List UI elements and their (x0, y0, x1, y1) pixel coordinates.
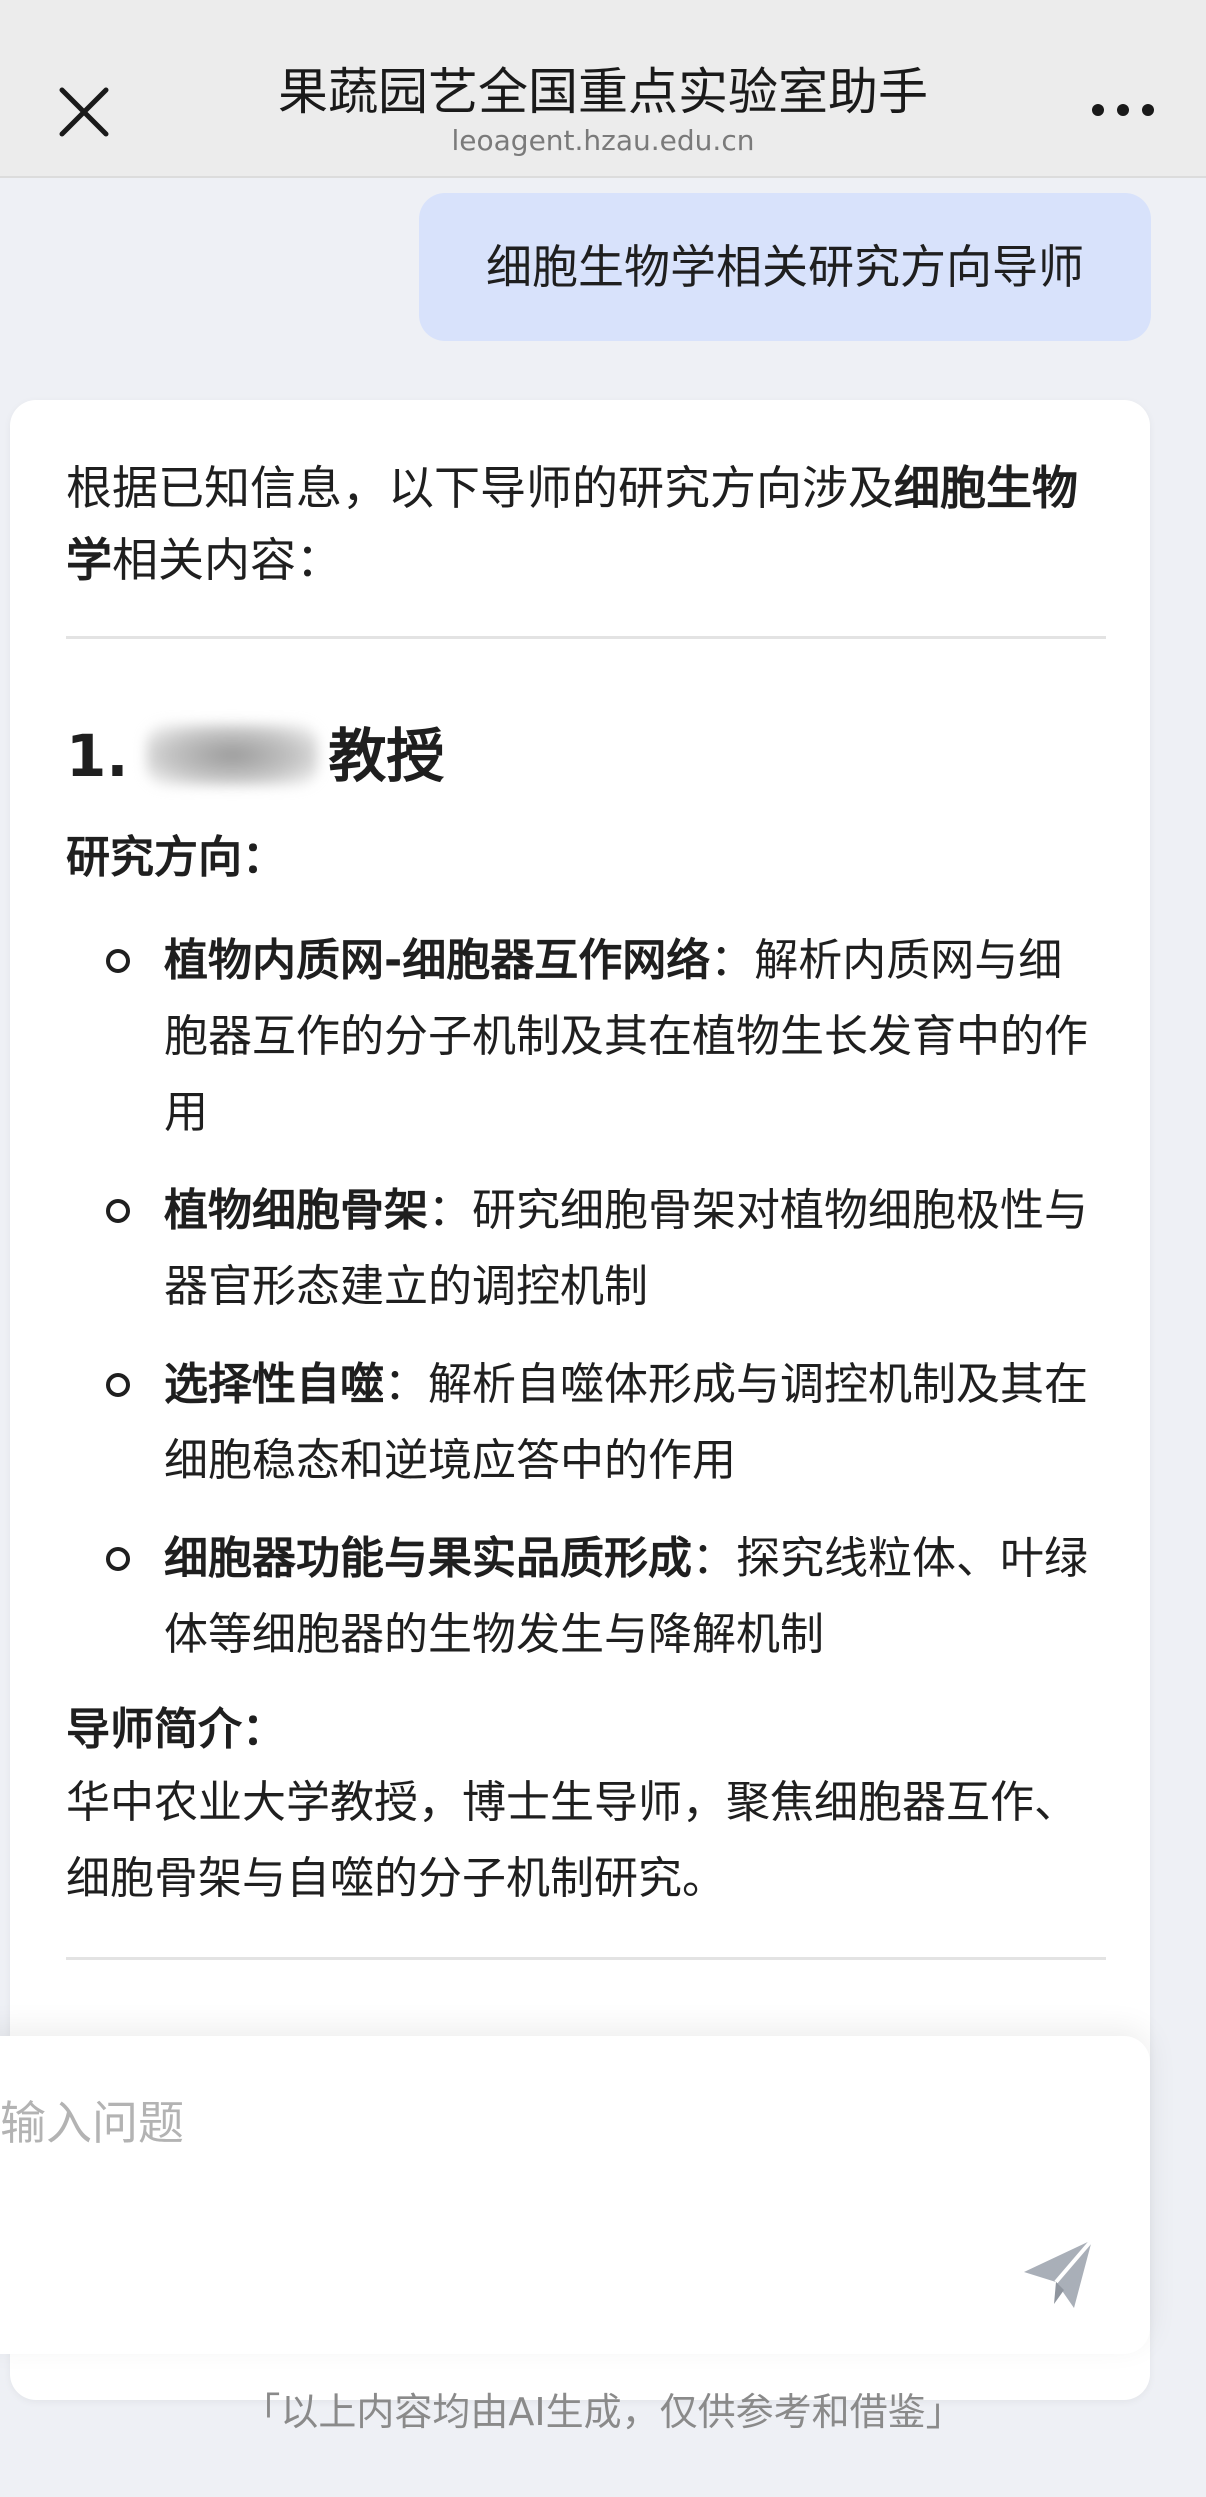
list-item: 植物细胞骨架：研究细胞骨架对植物细胞极性与器官形态建立的调控机制 (66, 1173, 1106, 1325)
top-bar: 果蔬园艺全国重点实验室助手 leoagent.hzau.edu.cn (0, 0, 1206, 178)
list-item: 选择性自噬：解析自噬体形成与调控机制及其在细胞稳态和逆境应答中的作用 (66, 1347, 1106, 1499)
send-icon[interactable] (1018, 2234, 1098, 2314)
item-title: 植物内质网-细胞器互作网络 (164, 935, 711, 986)
research-direction-list: 植物内质网-细胞器互作网络：解析内质网与细胞器互作的分子机制及其在植物生长发育中… (66, 923, 1106, 1673)
item-title: 选择性自噬 (164, 1359, 384, 1410)
advisor-number: 1. (66, 722, 129, 790)
answer-intro: 根据已知信息，以下导师的研究方向涉及细胞生物学相关内容： (66, 452, 1106, 596)
question-input[interactable] (0, 2088, 900, 2158)
advisor-heading: 1. 教授 (66, 721, 1106, 791)
research-direction-label: 研究方向： (66, 832, 286, 883)
advisor-intro-label: 导师简介： (66, 1704, 286, 1755)
item-title: 细胞器功能与果实品质形成 (164, 1533, 692, 1584)
answer-content: 根据已知信息，以下导师的研究方向涉及细胞生物学相关内容： 1. 教授 研究方向： … (66, 452, 1106, 1960)
intro-suffix: 相关内容： (112, 533, 342, 587)
ai-disclaimer: 「以上内容均由AI生成，仅供参考和借鉴」 (242, 2390, 964, 2434)
user-message-bubble: 细胞生物学相关研究方向导师 (419, 193, 1151, 341)
blurred-advisor-name (146, 724, 319, 786)
hollow-bullet-icon (106, 949, 130, 973)
list-item: 植物内质网-细胞器互作网络：解析内质网与细胞器互作的分子机制及其在植物生长发育中… (66, 923, 1106, 1151)
page-url: leoagent.hzau.edu.cn (451, 124, 755, 157)
advisor-intro-text: 华中农业大学教授，博士生导师，聚焦细胞器互作、细胞骨架与自噬的分子机制研究。 (66, 1777, 1078, 1904)
advisor-title: 教授 (328, 722, 445, 790)
intro-prefix: 根据已知信息，以下导师的研究方向涉及 (66, 461, 894, 515)
item-title: 植物细胞骨架 (164, 1185, 428, 1236)
divider (66, 1957, 1106, 1960)
hollow-bullet-icon (106, 1199, 130, 1223)
list-item: 细胞器功能与果实品质形成：探究线粒体、叶绿体等细胞器的生物发生与降解机制 (66, 1521, 1106, 1673)
hollow-bullet-icon (106, 1547, 130, 1571)
hollow-bullet-icon (106, 1373, 130, 1397)
page-title: 果蔬园艺全国重点实验室助手 (278, 63, 928, 121)
question-input-box[interactable] (0, 2036, 1150, 2354)
more-dots-icon[interactable] (1088, 92, 1158, 128)
divider (66, 636, 1106, 639)
